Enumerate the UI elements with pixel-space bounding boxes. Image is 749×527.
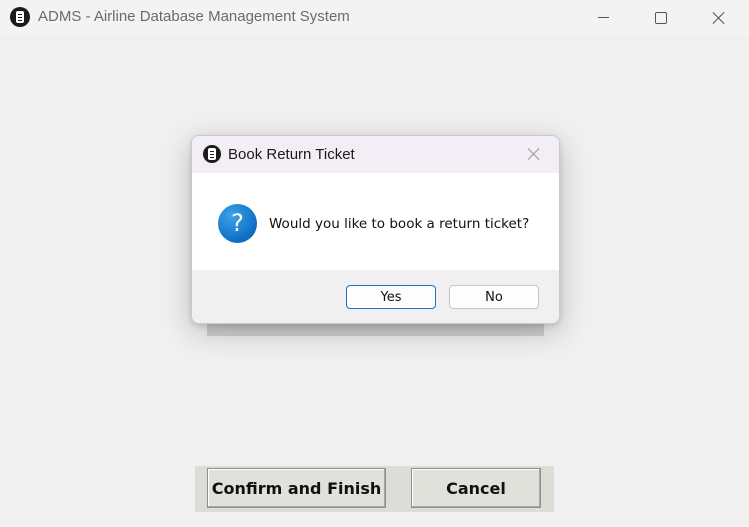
window-titlebar[interactable]: ADMS - Airline Database Management Syste… <box>0 0 749 35</box>
dialog-title: Book Return Ticket <box>228 146 355 163</box>
minimize-icon <box>597 17 609 18</box>
no-button[interactable]: No <box>449 285 539 309</box>
cancel-button[interactable]: Cancel <box>411 468 541 508</box>
maximize-button[interactable] <box>632 0 690 35</box>
close-window-button[interactable] <box>690 0 748 35</box>
yes-button[interactable]: Yes <box>346 285 436 309</box>
dialog-close-icon[interactable] <box>526 146 542 162</box>
main-window: ADMS - Airline Database Management Syste… <box>0 0 749 527</box>
dialog-footer: Yes No <box>192 270 559 323</box>
close-icon <box>712 11 726 25</box>
window-title: ADMS - Airline Database Management Syste… <box>38 8 350 25</box>
database-icon <box>10 7 30 27</box>
minimize-button[interactable] <box>574 0 632 35</box>
dialog-titlebar[interactable]: Book Return Ticket <box>192 136 559 173</box>
question-icon: ? <box>218 204 257 243</box>
maximize-icon <box>655 11 667 24</box>
dialog-app-icon <box>203 145 221 163</box>
confirm-and-finish-button[interactable]: Confirm and Finish <box>207 468 386 508</box>
dialog-message: Would you like to book a return ticket? <box>269 216 530 232</box>
book-return-ticket-dialog: Book Return Ticket ? Would you like to b… <box>191 135 560 324</box>
action-panel: Confirm and Finish Cancel <box>195 466 554 512</box>
